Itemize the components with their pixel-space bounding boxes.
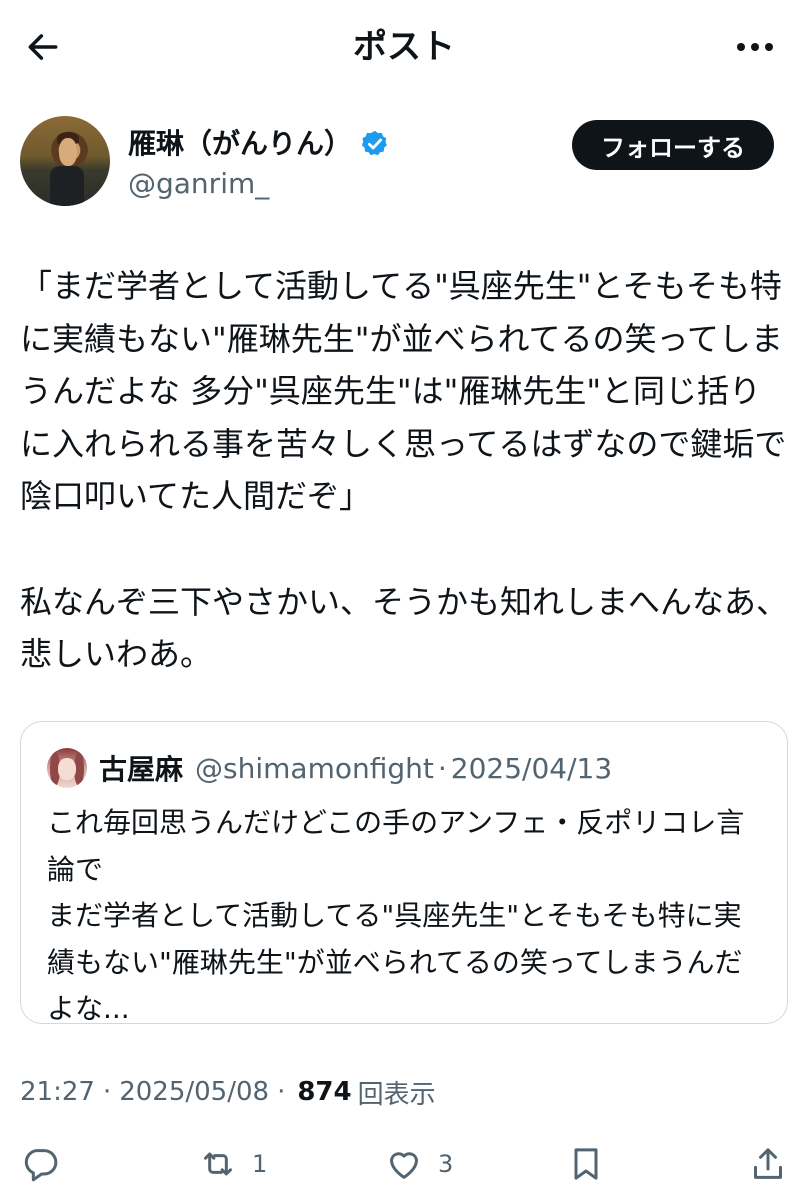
quote-separator: · (437, 751, 447, 785)
action-bar: 1 3 (0, 1138, 808, 1190)
meta-separator: · (277, 1077, 286, 1107)
follow-button[interactable]: フォローする (572, 120, 774, 170)
like-count: 3 (438, 1150, 454, 1178)
view-count-label: 回表示 (357, 1079, 436, 1110)
quote-header: 古屋麻 @shimamonfight · 2025/04/13 (99, 748, 612, 788)
repost-icon (204, 1152, 232, 1176)
meta-separator: · (102, 1077, 112, 1107)
quote-text: これ毎回思うんだけどこの手のアンフェ・反ポリコレ言論で まだ学者として活動してる… (47, 806, 745, 1025)
share-button[interactable] (748, 1138, 788, 1190)
quote-author-name: 古屋麻 (99, 753, 184, 786)
top-bar: ポスト (0, 0, 808, 92)
reply-icon (24, 1149, 58, 1182)
author-name[interactable]: 雁琳（がんりん） (128, 124, 352, 164)
more-dots-icon[interactable] (732, 26, 778, 68)
author-avatar[interactable] (20, 116, 110, 206)
repost-count: 1 (252, 1150, 268, 1178)
quote-author-avatar (47, 748, 87, 788)
repost-button[interactable]: 1 (198, 1138, 267, 1190)
bookmark-button[interactable] (566, 1138, 606, 1190)
post-meta: 21:27 · 2025/05/08 · 874 回表示 (20, 1072, 436, 1112)
quote-author-handle: @shimamonfight (195, 751, 434, 785)
post-time[interactable]: 21:27 (20, 1077, 95, 1107)
reply-button[interactable] (20, 1138, 74, 1190)
tweet-text: 「まだ学者として活動してる"呉座先生"とそもそも特に実績もない"雁琳先生"が並べ… (20, 267, 789, 674)
author-name-row[interactable]: 雁琳（がんりん） (128, 124, 390, 164)
bookmark-icon (574, 1148, 598, 1180)
quoted-post[interactable]: 古屋麻 @shimamonfight · 2025/04/13 これ毎回思うんだ… (20, 721, 788, 1025)
like-button[interactable]: 3 (384, 1138, 453, 1190)
share-icon (754, 1148, 782, 1179)
verified-badge-icon (361, 130, 387, 156)
author-handle[interactable]: @ganrim_ (128, 166, 269, 202)
quote-date: 2025/04/13 (450, 751, 613, 785)
heart-icon (390, 1152, 418, 1179)
page-title: ポスト (353, 27, 455, 67)
post-date[interactable]: 2025/05/08 (119, 1077, 269, 1107)
view-count: 874 (297, 1077, 352, 1107)
